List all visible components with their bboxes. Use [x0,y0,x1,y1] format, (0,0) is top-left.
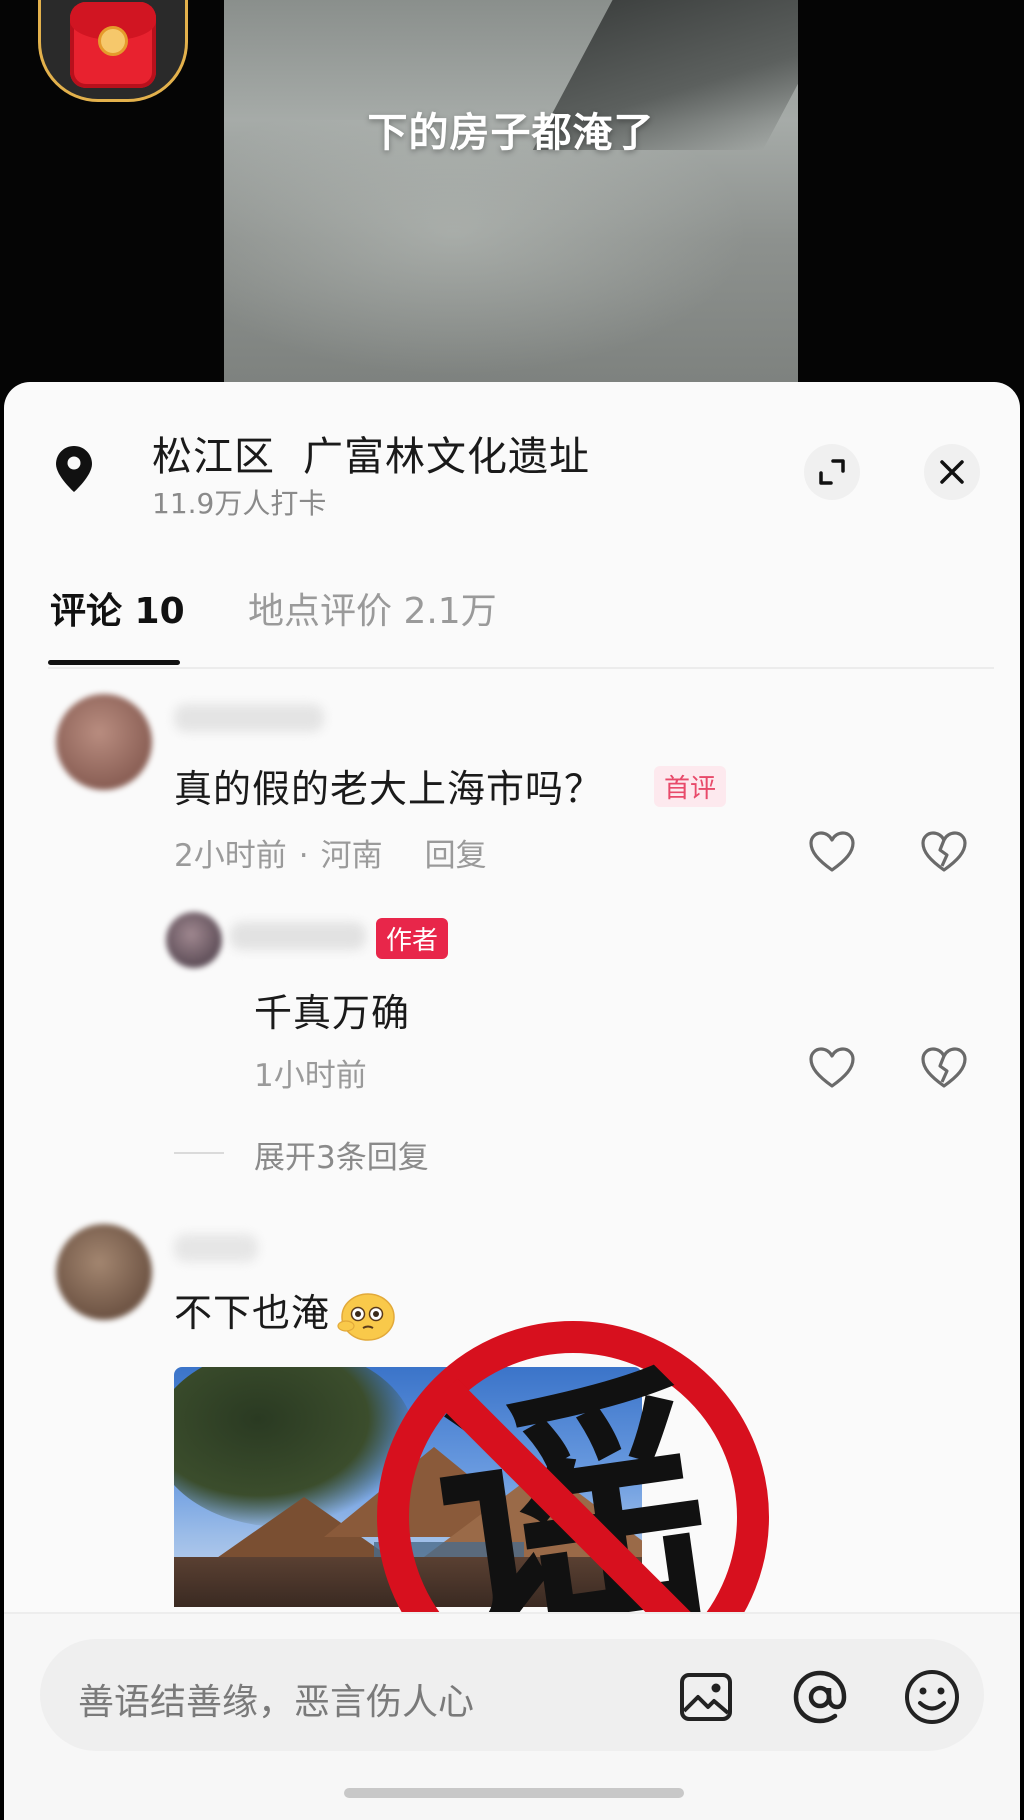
tabs-divider [48,667,994,669]
location-header: 松江区 广富林文化遗址 11.9万人打卡 [4,382,1020,532]
expand-button[interactable] [804,444,860,500]
reply-button[interactable]: 回复 [425,838,487,874]
location-sheet: 松江区 广富林文化遗址 11.9万人打卡 评论 10 地点评价 2.1万 真的假的… [4,382,1020,1820]
close-icon [940,460,964,484]
emoji-smile-icon[interactable] [902,1667,962,1727]
comment-text: 不下也淹 [174,1282,396,1342]
video-water [224,120,798,400]
tab-comments[interactable]: 评论 10 [50,582,185,634]
place-name: 广富林文化遗址 [303,434,590,480]
red-packet-button[interactable] [38,0,190,104]
red-packet-icon [70,2,156,88]
expand-replies-line [174,1152,224,1154]
video-player[interactable]: 下的房子都淹了 [0,0,1024,400]
username-blurred[interactable] [174,704,324,732]
comment-meta: 2小时前 · 河南 回复 [174,838,487,874]
dislike-broken-heart-icon[interactable] [920,1046,968,1090]
comment-text: 千真万确 [254,991,411,1035]
like-heart-icon[interactable] [808,1046,856,1090]
comment-input-placeholder: 善语结善缘，恶言伤人心 [78,1682,475,1723]
close-button[interactable] [924,444,980,500]
place-district: 松江区 [152,434,275,480]
username-blurred[interactable] [230,922,366,950]
avatar[interactable] [166,912,222,968]
expand-icon [819,459,845,485]
video-caption: 下的房子都淹了 [367,110,655,156]
mention-at-icon[interactable] [790,1667,850,1727]
first-comment-badge: 首评 [654,766,727,807]
comment-time: 1小时前 [254,1058,367,1094]
video-frame[interactable]: 下的房子都淹了 [224,0,798,400]
expand-replies-button[interactable]: 展开3条回复 [254,1132,429,1177]
place-title: 松江区 广富林文化遗址 [152,424,590,482]
comment-time: 2小时前 [174,838,287,874]
comment-text: 真的假的老大上海市吗？ [174,767,604,811]
author-badge: 作者 [376,918,449,959]
checkin-count: 11.9万人打卡 [152,487,327,520]
avatar[interactable] [56,694,152,790]
tab-bar: 评论 10 地点评价 2.1万 [4,582,1020,652]
like-heart-icon[interactable] [808,830,856,874]
avatar[interactable] [56,1224,152,1320]
tab-reviews[interactable]: 地点评价 2.1万 [248,582,497,634]
home-indicator[interactable] [344,1788,684,1798]
active-tab-indicator [48,660,180,665]
image-picker-icon[interactable] [676,1667,736,1727]
location-pin-icon [56,446,92,492]
username-blurred[interactable] [174,1234,258,1262]
dislike-broken-heart-icon[interactable] [920,830,968,874]
comment-region: 河南 [320,838,383,874]
comment-input[interactable]: 善语结善缘，恶言伤人心 [40,1639,984,1751]
